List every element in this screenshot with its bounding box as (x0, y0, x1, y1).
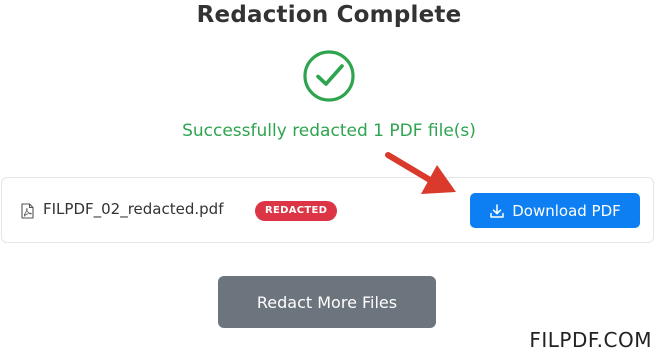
check-circle-icon (302, 49, 356, 103)
page-title: Redaction Complete (196, 2, 462, 28)
redaction-complete-page: Redaction Complete Successfully redacted… (0, 0, 658, 356)
watermark: FILPDF.COM (529, 328, 652, 352)
download-label: Download PDF (512, 201, 621, 220)
download-pdf-button[interactable]: Download PDF (470, 193, 640, 228)
pdf-file-icon (21, 203, 34, 219)
download-icon (489, 203, 505, 219)
status-badge: REDACTED (255, 201, 338, 221)
redact-more-files-button[interactable]: Redact More Files (218, 276, 436, 328)
red-arrow-icon (384, 150, 458, 200)
file-name: FILPDF_02_redacted.pdf (43, 200, 224, 218)
success-message: Successfully redacted 1 PDF file(s) (182, 121, 476, 141)
file-row: FILPDF_02_redacted.pdf REDACTED Download… (1, 177, 654, 243)
